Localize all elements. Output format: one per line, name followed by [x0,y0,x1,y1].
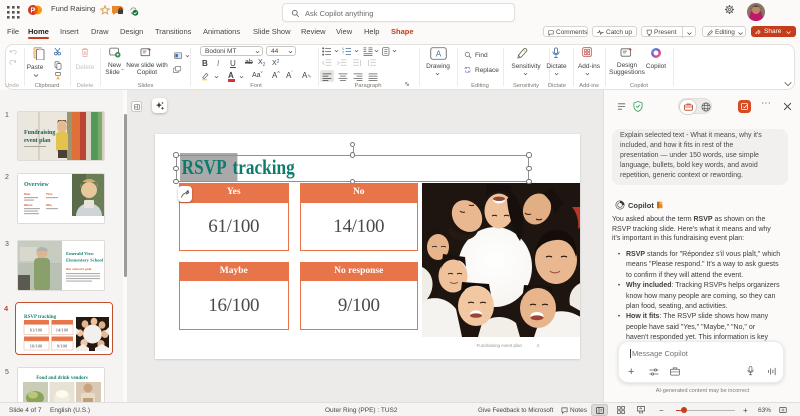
svg-text:Where: Where [24,203,33,207]
svg-text:61/100: 61/100 [29,328,42,333]
svg-text:RSVP tracking: RSVP tracking [24,315,57,320]
svg-text:A: A [436,50,442,59]
svg-text:Date: Date [24,192,31,196]
svg-text:Food and drink vendors: Food and drink vendors [36,376,88,381]
svg-text:Elementary School: Elementary School [66,258,104,263]
svg-text:9/100: 9/100 [56,344,67,349]
svg-text:Why: Why [46,203,52,207]
svg-text:event plan: event plan [24,138,51,144]
svg-text:14/100: 14/100 [55,328,68,333]
svg-text:16/100: 16/100 [29,344,42,349]
svg-text:Fundraising: Fundraising [24,130,55,136]
svg-text:Our school's goal: Our school's goal [66,267,91,271]
svg-text:Emerald View: Emerald View [66,251,95,256]
svg-text:Time: Time [46,192,53,196]
svg-text:Overview: Overview [24,182,49,188]
svg-text:P: P [30,8,35,15]
